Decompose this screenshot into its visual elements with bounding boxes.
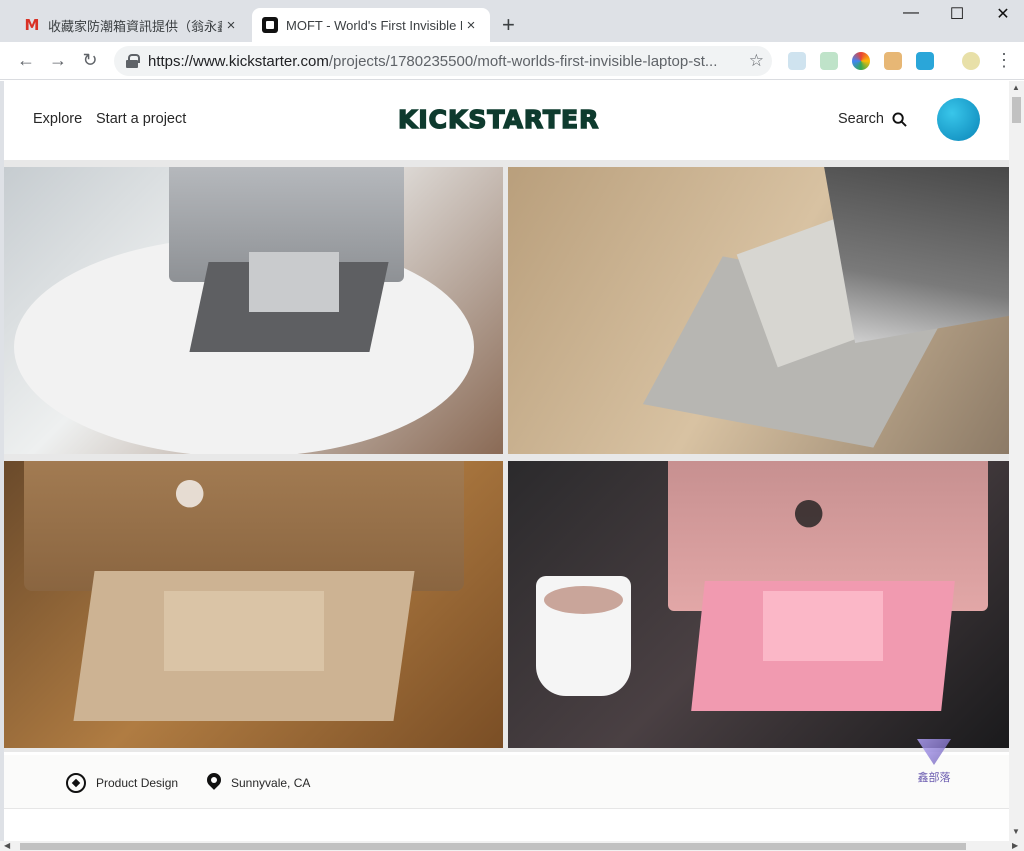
kickstarter-icon bbox=[262, 17, 278, 33]
scroll-left-arrow-icon[interactable]: ◀ bbox=[4, 841, 10, 850]
category-link[interactable]: Product Design bbox=[66, 773, 178, 793]
location-pin-icon bbox=[207, 773, 221, 793]
extension-icon[interactable] bbox=[916, 52, 934, 70]
scrollbar-thumb[interactable] bbox=[20, 843, 966, 850]
project-meta-bar: Product Design Sunnyvale, CA bbox=[4, 755, 1009, 809]
tab-title: 收藏家防潮箱資訊提供（翁永鑫 bbox=[48, 18, 222, 34]
close-tab-icon[interactable]: × bbox=[462, 17, 480, 34]
extension-icon[interactable] bbox=[788, 52, 806, 70]
page-content: Explore Start a project KICKSTARTER Sear… bbox=[4, 81, 1009, 841]
search-button[interactable]: Search bbox=[838, 111, 907, 127]
stand-shape bbox=[164, 591, 324, 671]
forward-button[interactable]: → bbox=[46, 50, 70, 71]
reload-button[interactable]: ↻ bbox=[78, 50, 102, 71]
project-photo[interactable]: ● bbox=[508, 461, 1009, 748]
compass-icon bbox=[66, 773, 86, 793]
extension-icon[interactable] bbox=[820, 52, 838, 70]
maximize-button[interactable]: ☐ bbox=[934, 4, 980, 24]
bookmark-star-icon[interactable]: ☆ bbox=[749, 51, 764, 71]
laptop-shape bbox=[823, 167, 1009, 343]
category-label: Product Design bbox=[96, 776, 179, 790]
start-project-link[interactable]: Start a project bbox=[96, 111, 186, 127]
close-tab-icon[interactable]: × bbox=[222, 17, 240, 34]
coffee-cup-shape bbox=[536, 576, 631, 696]
url-host: https://www.kickstarter.com bbox=[148, 52, 329, 70]
vertical-scrollbar[interactable]: ▲ ▼ bbox=[1009, 81, 1024, 841]
scroll-down-arrow-icon[interactable]: ▼ bbox=[1012, 827, 1020, 836]
scroll-up-arrow-icon[interactable]: ▲ bbox=[1012, 83, 1020, 92]
user-avatar[interactable] bbox=[937, 98, 980, 141]
profile-icon[interactable] bbox=[962, 52, 980, 70]
extension-icon[interactable] bbox=[884, 52, 902, 70]
tab-bar: M 收藏家防潮箱資訊提供（翁永鑫 × MOFT - World's First … bbox=[0, 0, 1024, 42]
watermark-icon bbox=[917, 739, 951, 765]
search-icon bbox=[892, 111, 907, 127]
back-button[interactable]: ← bbox=[14, 50, 38, 71]
project-photo[interactable] bbox=[508, 167, 1009, 454]
watermark-logo: 鑫部落 bbox=[912, 739, 956, 785]
site-header: Explore Start a project KICKSTARTER Sear… bbox=[4, 81, 1009, 160]
new-tab-button[interactable]: + bbox=[502, 12, 515, 38]
search-label: Search bbox=[838, 111, 884, 127]
location-label: Sunnyvale, CA bbox=[231, 776, 311, 790]
stand-shape bbox=[763, 591, 883, 661]
tab-gmail[interactable]: M 收藏家防潮箱資訊提供（翁永鑫 × bbox=[14, 8, 250, 42]
kickstarter-logo[interactable]: KICKSTARTER bbox=[397, 104, 599, 135]
scroll-right-arrow-icon[interactable]: ▶ bbox=[1012, 841, 1018, 850]
minimize-button[interactable]: — bbox=[888, 4, 934, 22]
lock-icon bbox=[126, 54, 140, 68]
close-window-button[interactable]: ✕ bbox=[980, 4, 1024, 24]
browser-menu-icon[interactable]: ⋮ bbox=[992, 50, 1016, 71]
address-bar[interactable]: https://www.kickstarter.com/projects/178… bbox=[114, 46, 772, 76]
tab-kickstarter[interactable]: MOFT - World's First Invisible L × bbox=[252, 8, 490, 42]
watermark-text: 鑫部落 bbox=[917, 772, 951, 784]
apple-logo-icon: ● bbox=[174, 471, 206, 512]
project-photo[interactable]: ● bbox=[4, 461, 503, 748]
tab-title: MOFT - World's First Invisible L bbox=[286, 17, 462, 33]
gmail-icon: M bbox=[24, 16, 40, 34]
horizontal-scrollbar[interactable]: ◀ ▶ bbox=[0, 841, 1024, 851]
browser-toolbar: ← → ↻ https://www.kickstarter.com/projec… bbox=[0, 42, 1024, 80]
extension-icon[interactable] bbox=[852, 52, 870, 70]
scrollbar-thumb[interactable] bbox=[1012, 97, 1021, 123]
apple-logo-icon: ● bbox=[793, 491, 825, 532]
project-gallery: ● ● bbox=[4, 160, 1009, 752]
stand-shape bbox=[249, 252, 339, 312]
explore-link[interactable]: Explore bbox=[33, 111, 82, 127]
location-link[interactable]: Sunnyvale, CA bbox=[207, 773, 310, 793]
project-photo[interactable] bbox=[4, 167, 503, 454]
url-path: /projects/1780235500/moft-worlds-first-i… bbox=[328, 52, 718, 70]
